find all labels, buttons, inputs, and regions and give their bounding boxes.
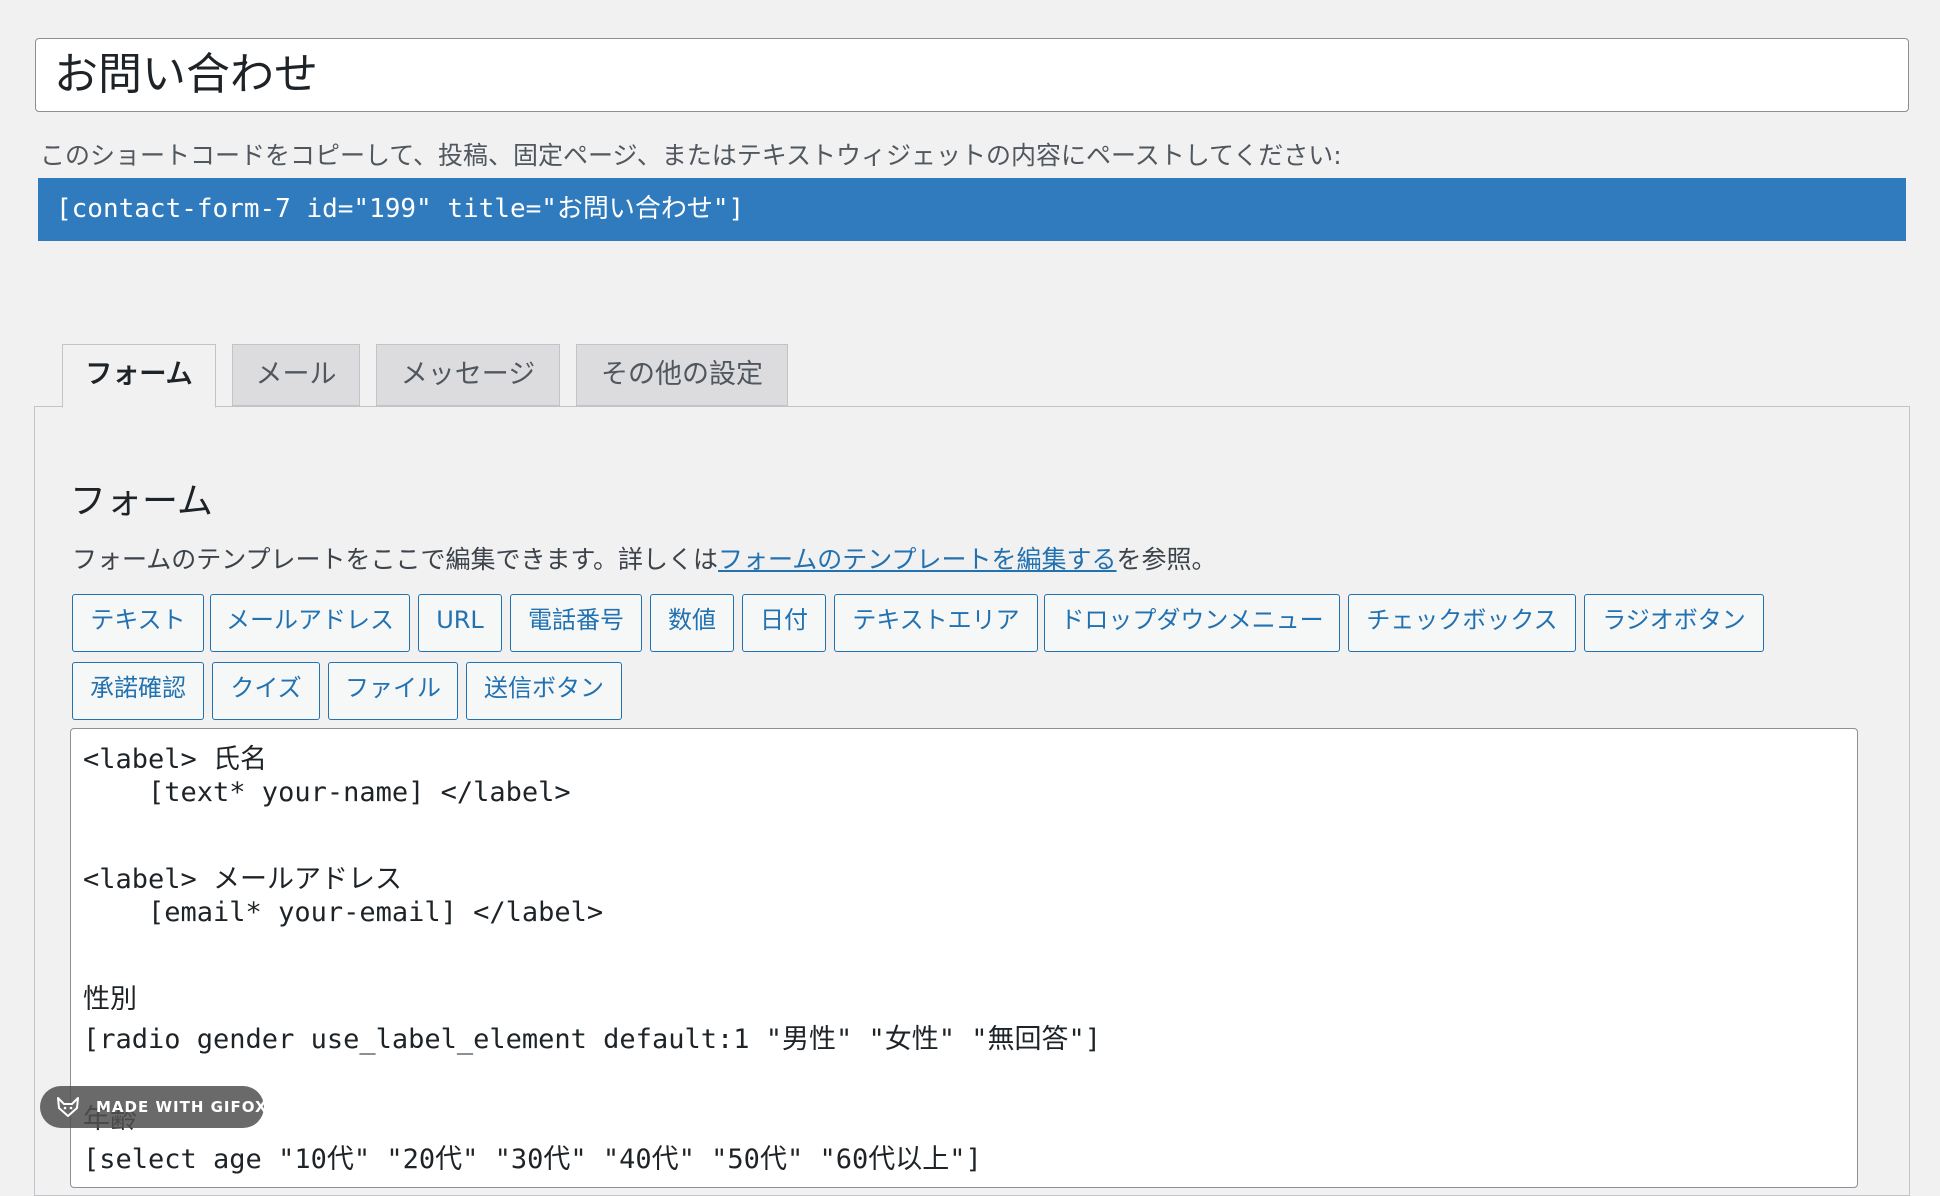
fox-icon	[57, 1097, 79, 1117]
editor-line: <label> 氏名	[83, 744, 268, 775]
editor-line: <label> メールアドレス	[83, 864, 403, 895]
tab-additional-settings[interactable]: その他の設定	[576, 344, 788, 406]
tab-messages[interactable]: メッセージ	[376, 344, 560, 406]
shortcode-description: このショートコードをコピーして、投稿、固定ページ、またはテキストウィジェットの内…	[40, 141, 1342, 170]
section-title: フォーム	[70, 481, 213, 522]
section-description-text: フォームのテンプレートをここで編集できます。詳しくは	[72, 545, 719, 574]
editor-line: [text* your-name] </label>	[83, 777, 571, 808]
tab-mail[interactable]: メール	[232, 344, 360, 406]
tag-button-checkbox[interactable]: チェックボックス	[1348, 594, 1576, 652]
tag-button-radio[interactable]: ラジオボタン	[1584, 594, 1764, 652]
section-description: フォームのテンプレートをここで編集できます。詳しくはフォームのテンプレートを編集…	[72, 540, 1217, 576]
edit-template-link[interactable]: フォームのテンプレートを編集する	[718, 545, 1117, 574]
tag-button-email[interactable]: メールアドレス	[210, 594, 410, 652]
tag-button-number[interactable]: 数値	[650, 594, 734, 652]
editor-line: [select age "10代" "20代" "30代" "40代" "50代…	[83, 1144, 982, 1175]
tag-button-file[interactable]: ファイル	[328, 662, 458, 720]
tag-button-text[interactable]: テキスト	[72, 594, 204, 652]
tag-button-dropdown[interactable]: ドロップダウンメニュー	[1044, 594, 1340, 652]
section-description-suffix: を参照。	[1116, 545, 1217, 574]
form-template-editor[interactable]: <label> 氏名 [text* your-name] </label> <l…	[70, 728, 1858, 1188]
gifox-watermark: MADE WITH GIFOX	[40, 1086, 267, 1128]
tag-button-textarea[interactable]: テキストエリア	[834, 594, 1038, 652]
tag-button-acceptance[interactable]: 承諾確認	[72, 662, 204, 720]
form-title-input[interactable]: お問い合わせ	[35, 38, 1909, 112]
shortcode-field[interactable]: [contact-form-7 id="199" title="お問い合わせ"]	[38, 178, 1906, 241]
tag-button-date[interactable]: 日付	[742, 594, 826, 652]
tag-button-url[interactable]: URL	[418, 594, 502, 652]
editor-line: [radio gender use_label_element default:…	[83, 1024, 1102, 1055]
editor-line: [email* your-email] </label>	[83, 897, 604, 928]
tag-button-tel[interactable]: 電話番号	[510, 594, 642, 652]
tab-form[interactable]: フォーム	[62, 344, 216, 408]
tag-button-submit[interactable]: 送信ボタン	[466, 662, 622, 720]
editor-line: 性別	[83, 984, 137, 1015]
watermark-text: MADE WITH GIFOX	[96, 1098, 268, 1116]
tag-button-quiz[interactable]: クイズ	[212, 662, 320, 720]
